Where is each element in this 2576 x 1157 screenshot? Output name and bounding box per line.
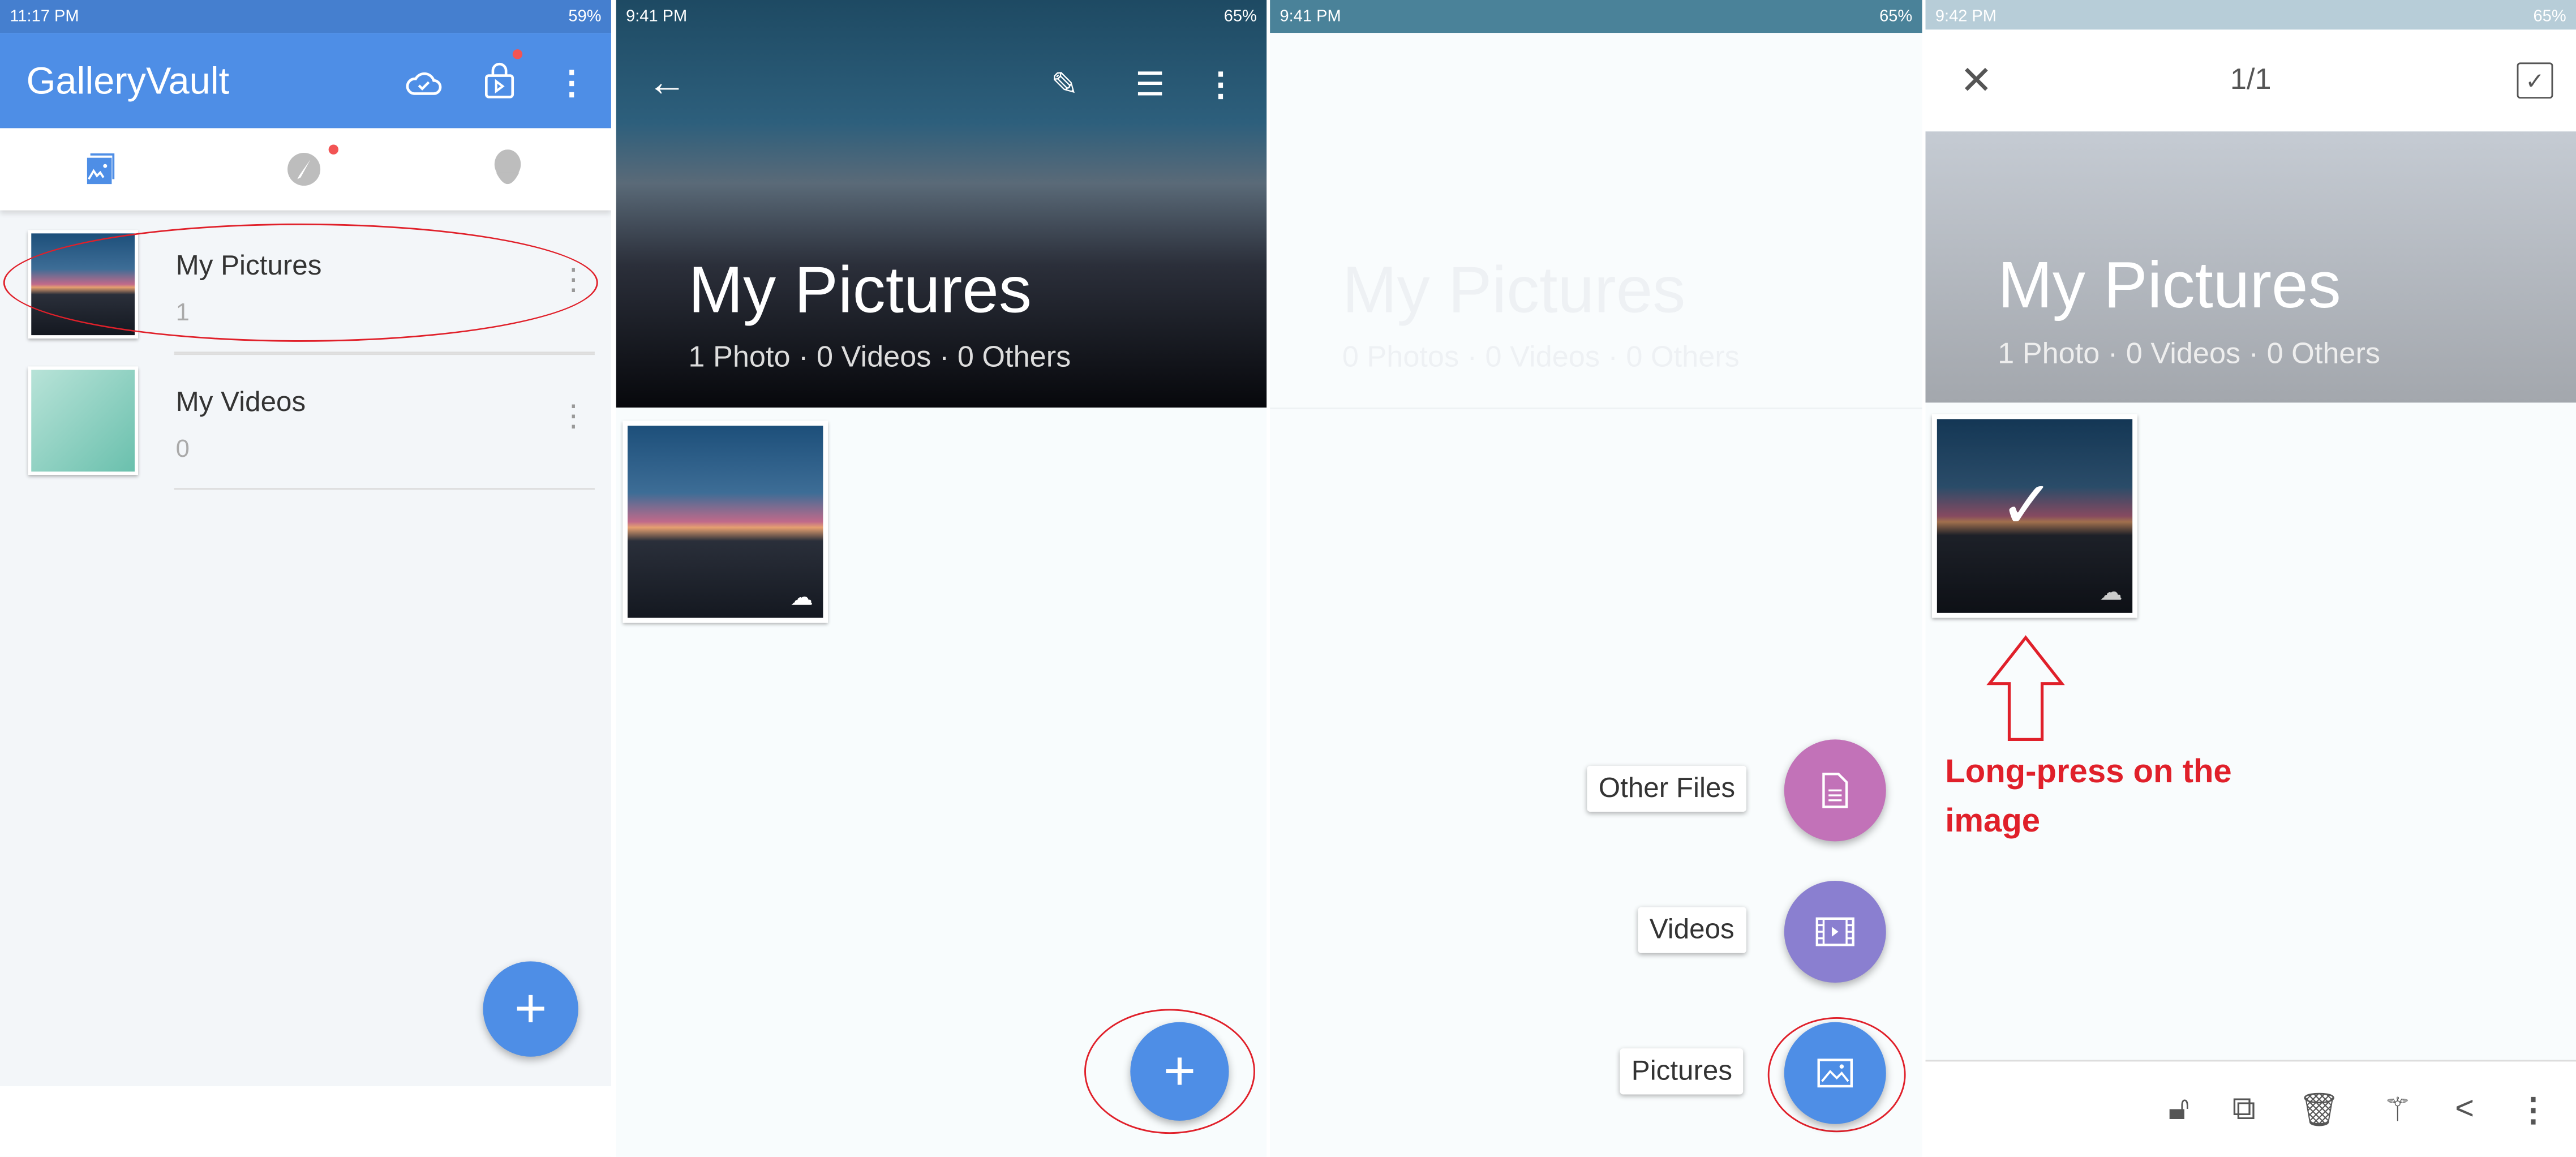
- status-bar: 9:41 PM 65%: [616, 0, 1267, 33]
- cloud-upload-icon: ☁: [790, 583, 814, 610]
- photo-thumbnail-selected[interactable]: ✓ ☁: [1932, 414, 2137, 618]
- arrow-up-annotation: [1986, 635, 2065, 742]
- tab-profile[interactable]: [473, 144, 542, 194]
- cloud-upload-icon: ☁: [2100, 578, 2123, 605]
- more-icon[interactable]: ⋮: [555, 62, 588, 102]
- tab-gallery[interactable]: [66, 144, 135, 194]
- user-icon: [494, 149, 521, 185]
- status-battery: 59%: [568, 7, 602, 25]
- add-pictures-button[interactable]: [1784, 1022, 1886, 1124]
- compass-icon: [287, 152, 321, 186]
- tab-bar: [0, 128, 611, 211]
- folder-more-icon[interactable]: ⋮: [559, 399, 588, 434]
- film-icon: [1815, 917, 1854, 946]
- status-time: 9:41 PM: [626, 7, 688, 25]
- gallery-icon: [87, 153, 115, 185]
- panel-selection: 9:42 PM 65% ✕ 1/1 ✓ My Pictures 1 Photo ·…: [1925, 0, 2576, 1157]
- album-title: My Pictures: [688, 254, 1032, 327]
- panel-album-list: 11:17 PM 59% GalleryVault ⋮ My Pictures 1…: [0, 0, 611, 1157]
- photo-thumbnail[interactable]: ☁: [622, 421, 828, 623]
- share-icon[interactable]: <: [2455, 1090, 2474, 1128]
- album-subtitle: 1 Photo · 0 Videos · 0 Others: [1998, 337, 2381, 370]
- annotation-text: Long-press on the image: [1945, 754, 2232, 840]
- status-bar: 9:41 PM 65%: [1270, 0, 1922, 33]
- divider: [174, 488, 595, 490]
- add-videos-button[interactable]: [1784, 881, 1886, 983]
- album-subtitle: 0 Photos · 0 Videos · 0 Others: [1342, 340, 1740, 374]
- select-all-icon[interactable]: ✓: [2517, 62, 2553, 99]
- highlight-ellipse: [3, 223, 598, 342]
- divider: [174, 353, 595, 355]
- folder-thumbnail[interactable]: [28, 366, 138, 475]
- app-title: GalleryVault: [26, 59, 230, 102]
- status-time: 11:17 PM: [10, 7, 79, 25]
- menu-label-videos[interactable]: Videos: [1638, 907, 1746, 953]
- list-view-icon[interactable]: ☰: [1128, 62, 1171, 105]
- document-icon: [1822, 773, 1848, 808]
- status-bar: 11:17 PM 59%: [0, 0, 611, 33]
- menu-label-pictures[interactable]: Pictures: [1620, 1048, 1744, 1095]
- album-title: My Pictures: [1998, 250, 2341, 323]
- selection-counter: 1/1: [2230, 62, 2272, 96]
- magic-wand-icon[interactable]: ⚚: [2383, 1089, 2412, 1130]
- status-time: 9:42 PM: [1935, 7, 1997, 25]
- menu-label-other-files[interactable]: Other Files: [1587, 765, 1747, 812]
- add-other-files-button[interactable]: [1784, 739, 1886, 842]
- panel-album-detail: 9:41 PM 65% ← ✎ ☰ ⋮ My Pictures 1 Photo ·…: [616, 0, 1267, 1157]
- cloud-sync-icon[interactable]: [404, 62, 444, 102]
- move-icon[interactable]: ⧉: [2232, 1090, 2255, 1128]
- status-time: 9:41 PM: [1280, 7, 1341, 25]
- back-icon[interactable]: ←: [646, 61, 688, 105]
- edit-icon[interactable]: ✎: [1043, 62, 1085, 105]
- album-title: My Pictures: [1342, 254, 1686, 327]
- status-battery: 65%: [1879, 7, 1913, 25]
- folder-name: My Videos: [175, 386, 306, 418]
- add-button[interactable]: +: [1130, 1022, 1229, 1121]
- add-button[interactable]: +: [483, 961, 578, 1057]
- more-icon[interactable]: ⋮: [1204, 62, 1237, 105]
- bottom-blank: [0, 1086, 611, 1157]
- panel-add-menu: 9:41 PM 65% My Pictures 0 Photos · 0 Vide…: [1270, 0, 1922, 1157]
- status-battery: 65%: [1223, 7, 1257, 25]
- tab-explore[interactable]: [269, 144, 339, 194]
- unlock-icon[interactable]: 🔓︎: [2168, 1090, 2189, 1128]
- delete-icon[interactable]: 🗑︎: [2298, 1089, 2340, 1130]
- app-bar: GalleryVault ⋮: [0, 33, 611, 128]
- bottom-toolbar: 🔓︎ ⧉ 🗑︎ ⚚ < ⋮: [1925, 1060, 2576, 1157]
- check-icon: ✓: [1999, 470, 2055, 543]
- header-overlay-edge: [1270, 407, 1922, 409]
- locked-store-icon[interactable]: [480, 49, 523, 102]
- status-battery: 65%: [2533, 7, 2566, 25]
- folder-count: 0: [175, 435, 190, 464]
- status-bar: 9:42 PM 65%: [1925, 0, 2576, 33]
- image-icon: [1817, 1059, 1853, 1088]
- more-icon[interactable]: ⋮: [2517, 1089, 2550, 1130]
- album-subtitle: 1 Photo · 0 Videos · 0 Others: [688, 340, 1071, 374]
